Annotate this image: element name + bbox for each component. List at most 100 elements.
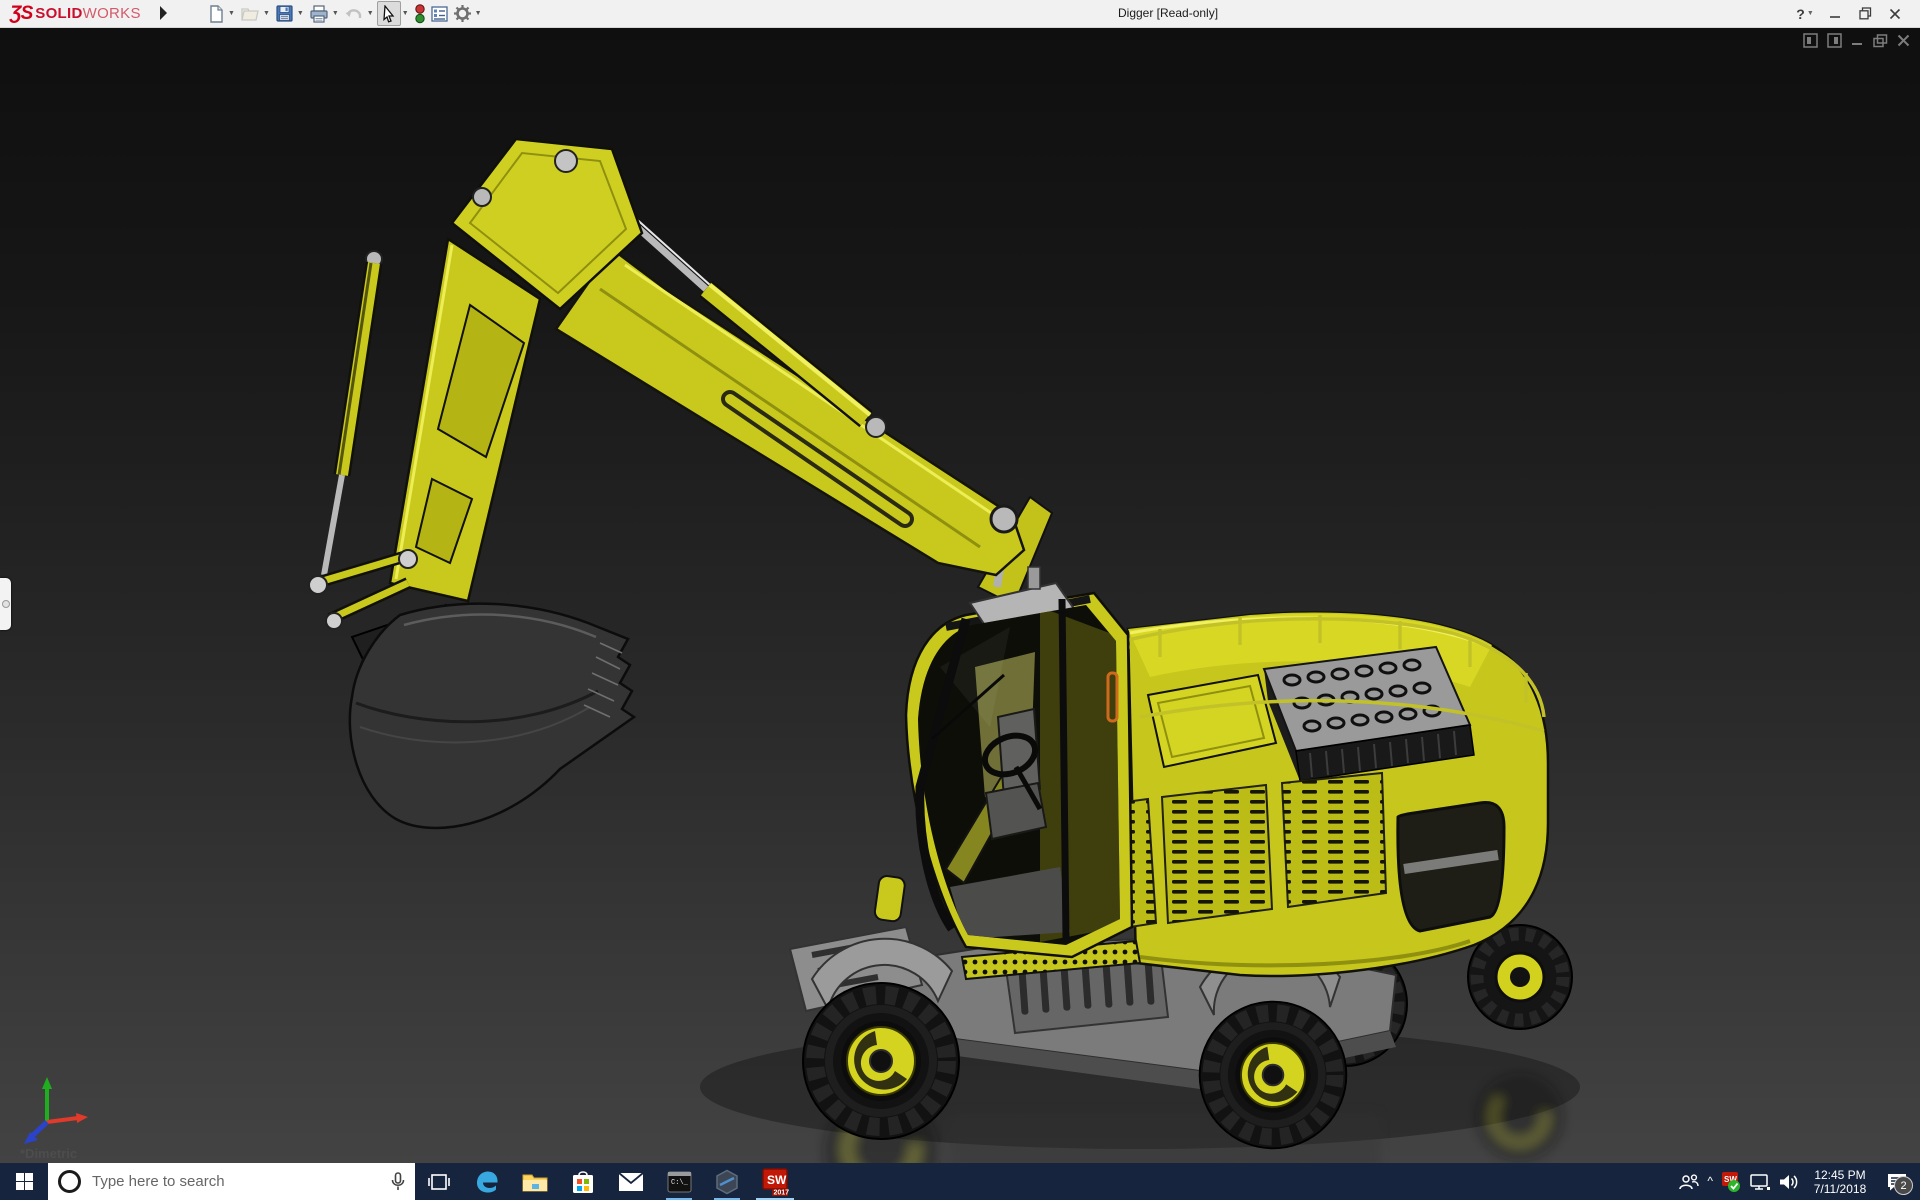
svg-text:C:\_: C:\_ <box>671 1179 689 1187</box>
search-input[interactable] <box>90 1172 382 1191</box>
volume-icon[interactable] <box>1778 1173 1800 1191</box>
options-button[interactable] <box>451 2 474 25</box>
people-icon[interactable] <box>1678 1173 1700 1191</box>
undo-button[interactable] <box>342 2 366 25</box>
task-view-button[interactable] <box>415 1163 463 1200</box>
view-orientation-label: *Dimetric <box>20 1146 78 1161</box>
solidworks-logo: ƷS SOLID WORKS <box>10 0 141 27</box>
minimize-button[interactable] <box>1820 0 1850 27</box>
solidworks-logo-glyph: ƷS <box>10 2 33 24</box>
open-folder-icon <box>241 7 259 21</box>
help-dropdown-arrow[interactable]: ▼ <box>1807 10 1814 17</box>
save-dropdown-arrow[interactable]: ▼ <box>297 10 304 17</box>
taskbar-file-explorer[interactable] <box>511 1163 559 1200</box>
window-2-icon[interactable] <box>1827 33 1842 48</box>
system-tray: ^ SW 12:45 PM 7/11/2018 2 <box>1678 1163 1920 1200</box>
document-window-controls <box>1803 33 1910 48</box>
minimize-icon <box>1830 15 1840 18</box>
action-center-button[interactable]: 2 <box>1880 1163 1914 1200</box>
excavator-model-canvas[interactable] <box>0 27 1920 1163</box>
bucket[interactable] <box>348 602 637 830</box>
standard-toolbar: ▼ ▼ ▼ ▼ ▼ ▼ ▼ <box>205 0 485 27</box>
network-icon[interactable] <box>1749 1173 1771 1191</box>
notification-badge: 2 <box>1894 1176 1913 1195</box>
taskbar-solidworks[interactable]: SW 2017 <box>751 1163 799 1200</box>
taskbar-command-prompt[interactable]: C:\_ <box>655 1163 703 1200</box>
cab-mid-pillar <box>1058 598 1070 940</box>
stick-cylinder <box>321 250 383 576</box>
save-button[interactable] <box>273 2 296 25</box>
tray-date: 7/11/2018 <box>1813 1181 1867 1196</box>
document-title: Digger [Read-only] <box>1118 6 1219 20</box>
svg-text:SW: SW <box>767 1173 787 1187</box>
new-document-button[interactable] <box>205 2 227 25</box>
file-explorer-icon <box>522 1174 548 1191</box>
reference-triad[interactable] <box>24 1077 88 1144</box>
windows-taskbar: C:\_ SW 2017 ^ SW <box>0 1163 1920 1200</box>
taskbar-edge[interactable] <box>463 1163 511 1200</box>
x-axis-arrow <box>76 1113 88 1123</box>
brand-name-bold: SOLID <box>35 5 83 22</box>
tray-time: 12:45 PM <box>1814 1167 1866 1182</box>
window-1-icon[interactable] <box>1803 33 1818 48</box>
microphone-icon[interactable] <box>391 1171 405 1192</box>
new-dropdown-arrow[interactable]: ▼ <box>228 10 235 17</box>
windows-logo-icon <box>15 1173 33 1190</box>
taskbar-clock[interactable]: 12:45 PM 7/11/2018 <box>1807 1168 1873 1196</box>
cab[interactable] <box>904 566 1134 959</box>
taskbar-store[interactable] <box>559 1163 607 1200</box>
menu-flyout-arrow[interactable] <box>160 6 167 20</box>
select-cursor-icon <box>382 4 395 23</box>
undo-dropdown-arrow[interactable]: ▼ <box>367 10 374 17</box>
svg-text:2017: 2017 <box>774 1189 790 1196</box>
rebuild-button[interactable] <box>412 2 428 25</box>
select-dropdown-arrow[interactable]: ▼ <box>402 10 409 17</box>
print-icon <box>310 4 328 23</box>
excavator-model[interactable] <box>308 137 1573 1150</box>
graphics-viewport[interactable]: *Dimetric <box>0 27 1920 1163</box>
stick-arm[interactable] <box>388 137 644 603</box>
open-button[interactable] <box>238 2 262 25</box>
doc-minimize-icon[interactable] <box>1851 34 1864 47</box>
title-bar: ƷS SOLID WORKS ▼ ▼ ▼ ▼ ▼ ▼ ▼ Digger [Rea… <box>0 0 1920 28</box>
undo-icon <box>345 8 361 18</box>
start-button[interactable] <box>0 1163 48 1200</box>
solidworks-resource-monitor-icon[interactable]: SW <box>1720 1171 1742 1193</box>
doc-restore-icon[interactable] <box>1873 33 1888 48</box>
close-icon <box>1889 8 1901 19</box>
doc-close-icon[interactable] <box>1897 34 1910 47</box>
taskbar-mail[interactable] <box>607 1163 655 1200</box>
wheel-front-left <box>802 982 960 1140</box>
close-button[interactable] <box>1880 0 1910 27</box>
brand-name-light: WORKS <box>82 5 141 22</box>
file-properties-button[interactable] <box>428 2 451 25</box>
taskbar-search[interactable] <box>48 1163 415 1200</box>
gear-icon <box>453 5 471 22</box>
solidworks-2017-icon: SW 2017 <box>762 1167 790 1196</box>
tray-expand-chevron[interactable]: ^ <box>1707 1174 1713 1188</box>
select-tool-button[interactable] <box>376 1 401 26</box>
boom-arm[interactable] <box>554 247 1026 577</box>
restore-down-icon <box>1858 7 1871 20</box>
save-floppy-icon <box>276 5 293 22</box>
print-button[interactable] <box>307 2 331 25</box>
command-prompt-icon: C:\_ <box>667 1171 691 1192</box>
open-dropdown-arrow[interactable]: ▼ <box>263 10 270 17</box>
y-axis-arrow <box>42 1077 52 1089</box>
new-document-icon <box>210 4 223 23</box>
edrawings-hexagon-icon <box>716 1169 738 1194</box>
restore-button[interactable] <box>1850 0 1880 27</box>
options-dropdown-arrow[interactable]: ▼ <box>475 10 482 17</box>
print-dropdown-arrow[interactable]: ▼ <box>332 10 339 17</box>
edge-icon <box>477 1171 498 1192</box>
side-mirror <box>873 875 906 923</box>
traffic-light-icon <box>414 3 425 23</box>
microsoft-store-icon <box>573 1170 593 1193</box>
task-view-icon <box>428 1173 450 1190</box>
file-properties-icon <box>430 5 448 22</box>
taskbar-edrawings[interactable] <box>703 1163 751 1200</box>
mail-icon <box>618 1171 644 1191</box>
help-button[interactable]: ? ▼ <box>1790 0 1820 27</box>
wheel-front-right <box>1198 1000 1348 1150</box>
cortana-icon <box>58 1170 81 1193</box>
